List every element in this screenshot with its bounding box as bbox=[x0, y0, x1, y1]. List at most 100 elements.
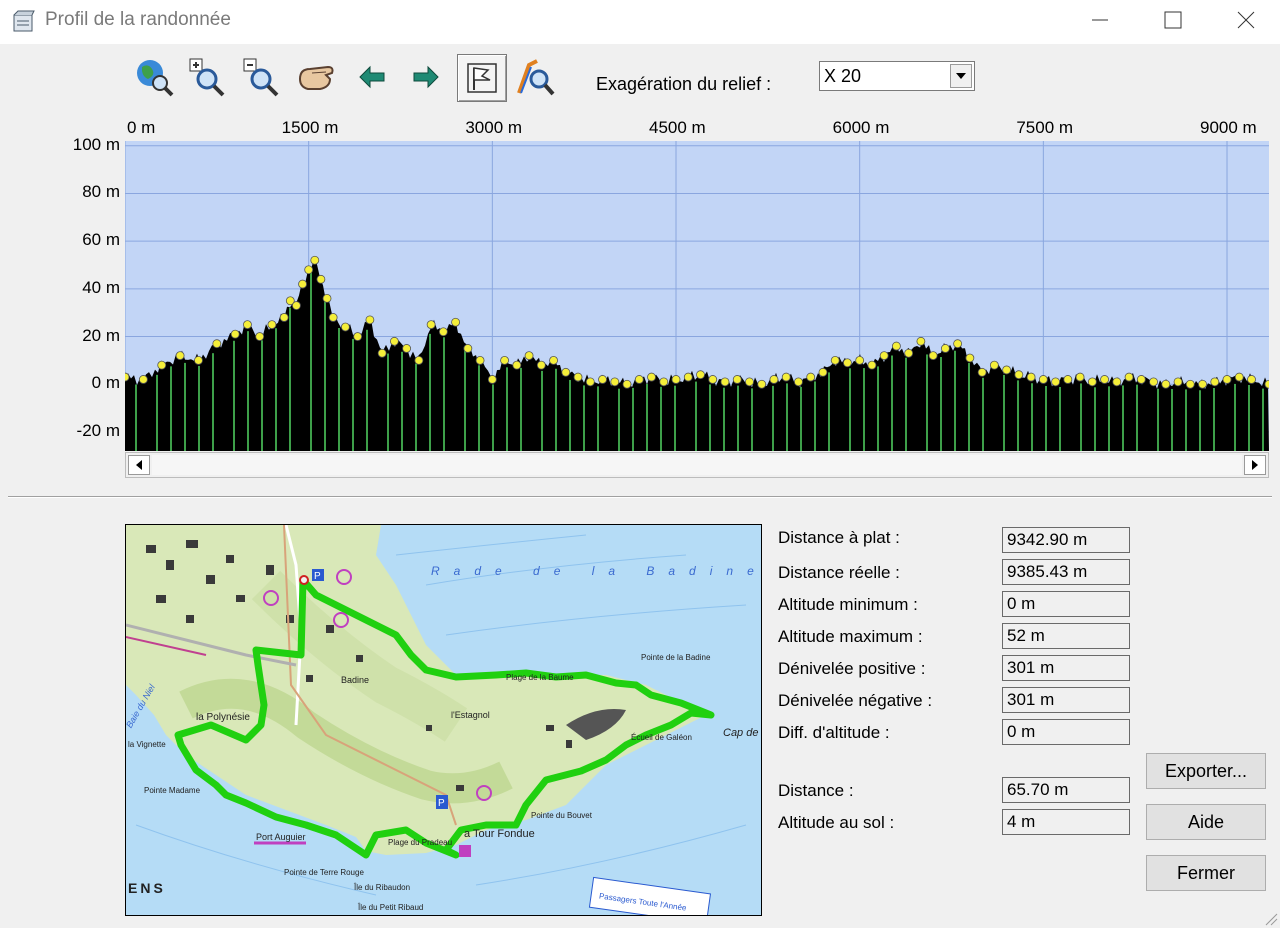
previous-button[interactable] bbox=[351, 56, 393, 98]
pan-button[interactable] bbox=[295, 56, 337, 98]
profile-point bbox=[745, 377, 754, 387]
profile-point bbox=[1222, 375, 1232, 384]
stat-label-flat-distance: Distance à plat : bbox=[778, 528, 900, 547]
close-icon bbox=[1237, 11, 1255, 29]
profile-point bbox=[212, 339, 222, 349]
flag-toggle-button[interactable] bbox=[457, 54, 507, 102]
profile-point bbox=[316, 274, 326, 284]
scroll-left-button[interactable] bbox=[128, 455, 150, 475]
stat-value-negative-gain: 301 m bbox=[1002, 687, 1130, 713]
stat-label-min-altitude: Altitude minimum : bbox=[778, 595, 918, 614]
profile-point bbox=[1149, 377, 1158, 387]
map-label-ile-petit-ribaud: Île du Petit Ribaud bbox=[357, 903, 423, 912]
zoom-out-button[interactable] bbox=[240, 56, 282, 98]
profile-point bbox=[1210, 377, 1220, 387]
y-tick-label: 100 m bbox=[72, 134, 120, 154]
x-tick-label: 9000 m bbox=[1200, 118, 1257, 137]
scrollbar-track[interactable] bbox=[152, 455, 1242, 475]
path-search-icon bbox=[517, 59, 555, 96]
profile-point bbox=[573, 372, 583, 382]
profile-point bbox=[1051, 377, 1060, 387]
horizontal-scrollbar[interactable] bbox=[125, 452, 1269, 478]
arrow-right-icon bbox=[413, 65, 439, 89]
zoom-all-button[interactable] bbox=[133, 56, 175, 98]
map-label-la-vignette: la Vignette bbox=[128, 740, 166, 749]
resize-grip-icon[interactable] bbox=[1262, 910, 1278, 926]
x-tick-label: 3000 m bbox=[465, 118, 523, 137]
profile-point bbox=[634, 375, 644, 384]
profile-point bbox=[916, 336, 926, 346]
zoom-in-button[interactable] bbox=[186, 56, 228, 98]
profile-point bbox=[549, 355, 558, 365]
profile-point bbox=[585, 377, 595, 387]
stat-value-real-distance: 9385.43 m bbox=[1002, 559, 1130, 585]
maximize-button[interactable] bbox=[1140, 0, 1204, 40]
profile-point bbox=[781, 372, 791, 382]
svg-text:P: P bbox=[314, 571, 321, 582]
profile-point bbox=[647, 372, 656, 382]
maximize-icon bbox=[1164, 11, 1182, 29]
profile-point bbox=[892, 341, 901, 351]
close-button[interactable]: Fermer bbox=[1146, 855, 1266, 891]
map-label-pointe-badine: Pointe de la Badine bbox=[641, 653, 711, 662]
profile-point bbox=[157, 360, 167, 370]
flag-icon bbox=[467, 63, 497, 93]
profile-point bbox=[475, 355, 485, 365]
profile-point bbox=[806, 372, 816, 382]
profile-point bbox=[671, 375, 681, 384]
stat-label-real-distance: Distance réelle : bbox=[778, 563, 900, 582]
elevation-profile-chart[interactable] bbox=[125, 141, 1269, 451]
exaggeration-label: Exagération du relief : bbox=[596, 74, 772, 94]
chevron-down-icon bbox=[956, 73, 966, 79]
x-tick-label: 7500 m bbox=[1016, 118, 1074, 137]
export-button[interactable]: Exporter... bbox=[1146, 753, 1266, 789]
profile-point bbox=[855, 355, 865, 365]
profile-point bbox=[353, 332, 363, 341]
title-bar: Profil de la randonnée bbox=[0, 0, 1280, 44]
map-label-cap: Cap de bbox=[723, 727, 758, 739]
x-tick-label: 0 m bbox=[127, 118, 156, 137]
profile-point bbox=[414, 355, 424, 365]
help-button[interactable]: Aide bbox=[1146, 804, 1266, 840]
profile-point bbox=[426, 320, 436, 330]
profile-point bbox=[1100, 375, 1109, 384]
profile-point bbox=[341, 322, 350, 332]
route-map[interactable]: P P Rade de la Badine Baie du Niel ENS P… bbox=[125, 524, 762, 916]
profile-point bbox=[438, 327, 448, 337]
profile-point bbox=[1234, 372, 1244, 382]
exaggeration-select[interactable]: X 20 bbox=[819, 61, 975, 91]
map-label-ile-ribaudon: Île du Ribaudon bbox=[353, 883, 410, 892]
profile-point bbox=[830, 355, 840, 365]
next-button[interactable] bbox=[405, 56, 447, 98]
profile-point bbox=[1002, 365, 1012, 375]
profile-point bbox=[732, 375, 742, 384]
profile-point bbox=[940, 344, 950, 353]
window-title: Profil de la randonnée bbox=[45, 9, 231, 30]
close-window-button[interactable] bbox=[1214, 0, 1278, 40]
y-tick-label: 0 m bbox=[91, 373, 120, 393]
cursor-label-ground-altitude: Altitude au sol : bbox=[778, 813, 895, 832]
profile-point bbox=[708, 375, 718, 384]
profile-point bbox=[683, 372, 693, 382]
path-search-button[interactable] bbox=[514, 56, 556, 98]
profile-point bbox=[536, 360, 546, 370]
profile-point bbox=[512, 360, 522, 370]
profile-point bbox=[965, 353, 975, 363]
profile-point bbox=[794, 377, 803, 387]
stat-label-max-altitude: Altitude maximum : bbox=[778, 627, 923, 646]
exaggeration-value: X 20 bbox=[824, 66, 862, 86]
dropdown-button[interactable] bbox=[950, 64, 972, 88]
minimize-button[interactable] bbox=[1068, 0, 1132, 40]
pane-splitter[interactable] bbox=[8, 496, 1272, 498]
profile-point bbox=[1161, 379, 1171, 389]
profile-point bbox=[292, 301, 301, 310]
profile-point bbox=[298, 279, 307, 289]
scroll-right-button[interactable] bbox=[1244, 455, 1266, 475]
profile-point bbox=[1112, 377, 1122, 387]
profile-point bbox=[194, 355, 203, 365]
x-tick-label: 4500 m bbox=[649, 118, 706, 137]
profile-point bbox=[989, 360, 999, 370]
minimize-icon bbox=[1092, 19, 1108, 21]
zoom-out-icon bbox=[243, 58, 279, 97]
stat-value-max-altitude: 52 m bbox=[1002, 623, 1130, 649]
